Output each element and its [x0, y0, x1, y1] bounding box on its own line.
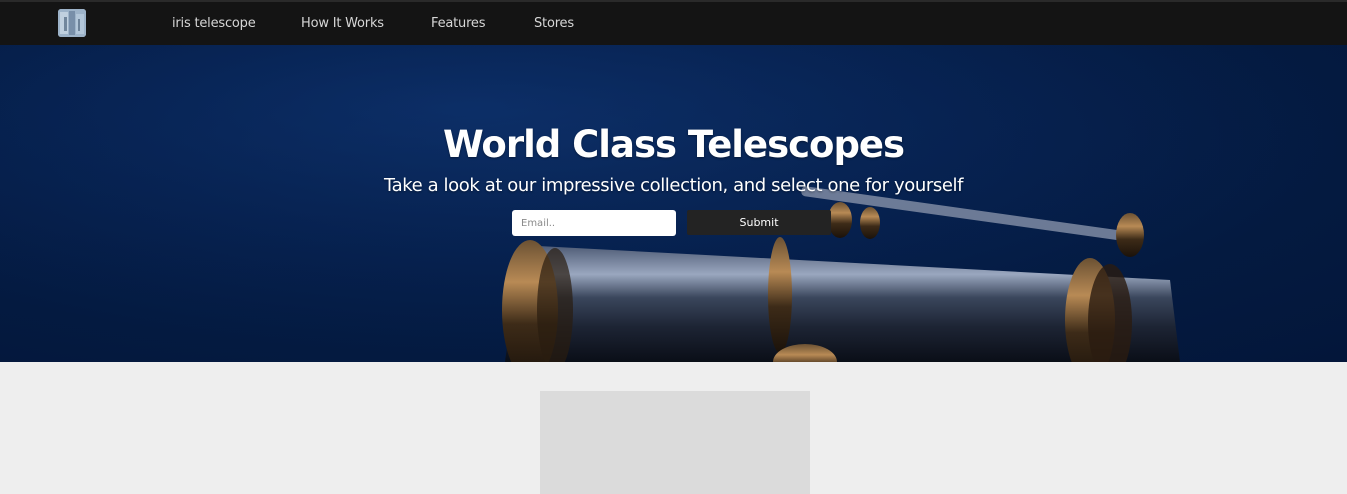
content-section — [0, 362, 1347, 494]
hero-subtitle: Take a look at our impressive collection… — [383, 175, 964, 196]
submit-button[interactable]: Submit — [687, 210, 831, 235]
email-input[interactable] — [512, 210, 676, 236]
telescope-hero-image — [0, 45, 1347, 362]
hero-section: World Class Telescopes Take a look at ou… — [0, 45, 1347, 362]
main-nav: iris telescope How It Works Features Sto… — [0, 2, 1347, 45]
nav-link-stores[interactable]: Stores — [534, 16, 574, 31]
nav-link-iris-telescope[interactable]: iris telescope — [172, 16, 256, 31]
nav-link-how-it-works[interactable]: How It Works — [301, 16, 384, 31]
video-placeholder[interactable] — [540, 391, 810, 494]
nav-link-features[interactable]: Features — [431, 16, 486, 31]
hero-title: World Class Telescopes — [442, 123, 905, 166]
top-navbar: iris telescope How It Works Features Sto… — [0, 0, 1347, 45]
